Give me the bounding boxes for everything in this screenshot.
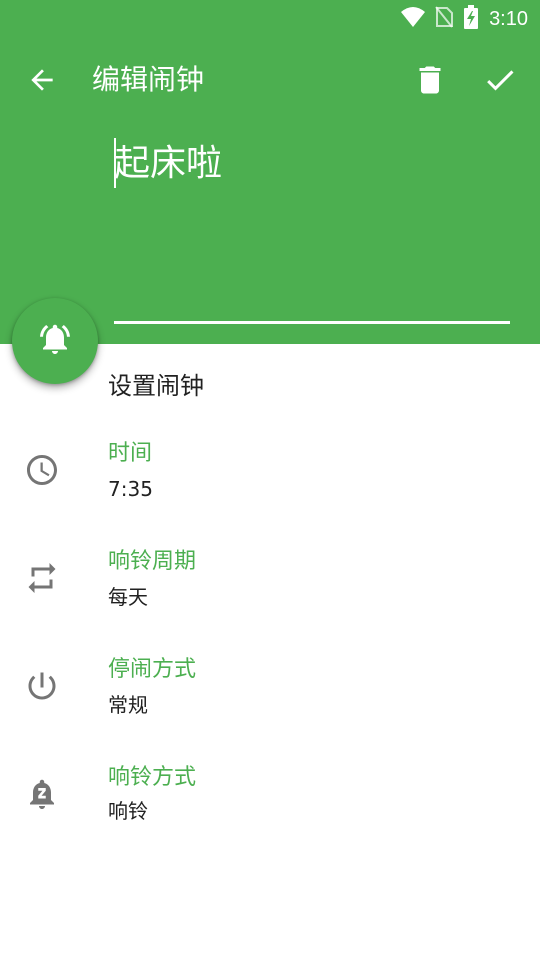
setting-row-repeat[interactable]: 响铃周期 每天	[0, 536, 540, 636]
setting-label: 响铃周期	[108, 549, 197, 574]
setting-row-stop-mode[interactable]: 停闹方式 常规	[0, 644, 540, 744]
back-arrow-icon[interactable]	[26, 64, 58, 96]
text-caret	[114, 138, 116, 188]
bell-snooze-icon	[24, 776, 60, 812]
check-icon[interactable]	[482, 62, 518, 98]
page-title: 编辑闹钟	[92, 63, 205, 96]
header: 3:10 编辑闹钟 起床啦	[0, 0, 540, 344]
setting-row-time[interactable]: 时间 7:35	[0, 428, 540, 528]
setting-value: 常规	[108, 693, 148, 717]
setting-value: 响铃	[108, 799, 148, 823]
status-bar: 3:10	[0, 0, 540, 38]
no-sim-icon	[435, 6, 454, 32]
wifi-icon	[401, 6, 426, 32]
alarm-name-field[interactable]: 起床啦	[114, 138, 510, 324]
setting-label: 响铃方式	[108, 765, 197, 790]
power-icon	[24, 668, 60, 704]
alarm-fab-button[interactable]	[12, 298, 98, 384]
alarm-name-input[interactable]: 起床啦	[114, 138, 222, 190]
toolbar: 编辑闹钟	[0, 50, 540, 110]
repeat-icon	[24, 560, 60, 596]
setting-value: 每天	[108, 585, 148, 609]
alarm-ringing-icon	[37, 321, 73, 361]
setting-label: 时间	[108, 441, 153, 466]
setting-label: 停闹方式	[108, 657, 197, 682]
setting-row-ring-mode[interactable]: 响铃方式 响铃	[0, 752, 540, 852]
status-time: 3:10	[489, 7, 528, 30]
battery-charging-icon	[463, 5, 479, 33]
clock-icon	[24, 452, 60, 488]
delete-icon[interactable]	[412, 62, 448, 98]
section-title: 设置闹钟	[108, 372, 204, 400]
input-underline	[114, 321, 510, 324]
setting-value: 7:35	[108, 477, 153, 501]
